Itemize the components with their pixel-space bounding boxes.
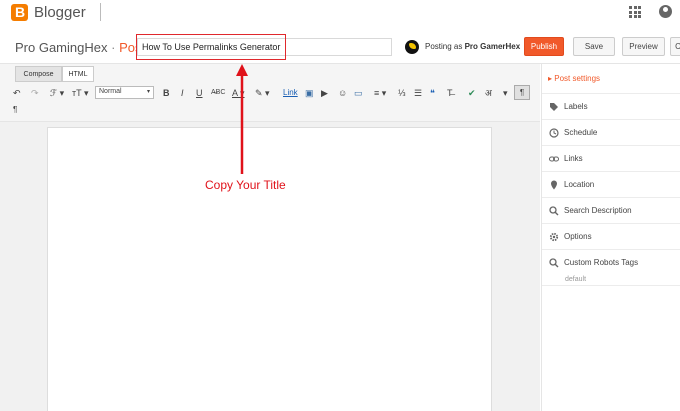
divider xyxy=(100,3,101,21)
apps-grid-icon[interactable] xyxy=(629,6,641,18)
undo-icon[interactable]: ↶ xyxy=(13,87,21,99)
post-settings-heading[interactable]: ▸ Post settings xyxy=(548,74,600,83)
ltr-button[interactable]: ¶ xyxy=(13,104,17,116)
video-icon[interactable]: ▶ xyxy=(321,87,328,99)
font-size-button[interactable]: ᴛT ▾ xyxy=(72,87,88,99)
sidebar-item-label: Location xyxy=(564,180,595,189)
search-icon xyxy=(549,258,559,268)
sidebar-item-label: Schedule xyxy=(564,128,598,137)
font-family-button[interactable]: ℱ ▾ xyxy=(50,87,64,99)
account-icon[interactable] xyxy=(659,5,672,18)
avatar xyxy=(405,40,419,54)
search-icon xyxy=(549,206,559,216)
bold-button[interactable]: B xyxy=(163,87,170,99)
annotation-text: Copy Your Title xyxy=(205,178,286,192)
sidebar-item-search-description[interactable]: Search Description xyxy=(542,197,680,223)
tab-html[interactable]: HTML xyxy=(62,66,94,82)
posting-as-name: Pro GamerHex xyxy=(464,42,521,51)
sidebar-item-label: Custom Robots Tags xyxy=(564,258,639,267)
robots-tags-value: default xyxy=(565,276,587,283)
app-brand[interactable]: Blogger xyxy=(34,4,86,21)
quote-icon[interactable]: ❝ xyxy=(430,87,435,99)
sidebar-item-schedule[interactable]: Schedule xyxy=(542,119,680,145)
breadcrumb: Pro GamingHex · Post xyxy=(15,40,145,55)
tab-compose[interactable]: Compose xyxy=(15,66,62,82)
jump-break-icon[interactable]: ▭ xyxy=(354,87,363,99)
emoji-icon[interactable]: ☺ xyxy=(338,87,347,99)
sidebar-item-labels[interactable]: Labels xyxy=(542,93,680,119)
preview-button[interactable]: Preview xyxy=(622,37,665,56)
sidebar-item-label: Labels xyxy=(564,102,588,111)
pin-icon xyxy=(551,180,557,190)
clear-format-icon[interactable]: T̶ xyxy=(447,87,453,99)
breadcrumb-separator: · xyxy=(111,40,116,55)
blog-name[interactable]: Pro GamingHex xyxy=(15,40,107,55)
close-button[interactable]: C xyxy=(670,37,680,56)
redo-icon[interactable]: ↷ xyxy=(31,87,39,99)
link-icon xyxy=(549,156,559,162)
gear-icon xyxy=(549,232,559,242)
sidebar-item-options[interactable]: Options xyxy=(542,223,680,249)
tag-icon xyxy=(550,103,558,111)
sidebar-item-label: Search Description xyxy=(564,206,632,215)
post-header: Pro GamingHex · Post How To Use Permalin… xyxy=(0,28,680,64)
link-button[interactable]: Link xyxy=(283,87,298,99)
posting-as: Posting as Pro GamerHex xyxy=(425,42,520,51)
format-select-value: Normal xyxy=(99,88,122,95)
annotation-arrow-icon xyxy=(236,64,248,174)
spellcheck-icon[interactable]: ✔ xyxy=(468,87,476,99)
sidebar-item-custom-robots-tags[interactable]: Custom Robots Tags xyxy=(542,249,680,286)
save-button[interactable]: Save xyxy=(573,37,615,56)
title-highlight-box xyxy=(136,34,286,60)
numbered-list-icon[interactable]: ⅓ xyxy=(398,87,406,99)
align-button[interactable]: ≡ ▾ xyxy=(374,87,386,99)
publish-button[interactable]: Publish xyxy=(524,37,564,56)
image-icon[interactable]: ▣ xyxy=(305,87,314,99)
format-select[interactable]: Normal ▾ xyxy=(95,86,154,99)
top-bar: B Blogger xyxy=(0,0,680,28)
bullet-list-icon[interactable]: ☰ xyxy=(414,87,422,99)
italic-button[interactable]: I xyxy=(181,87,184,99)
posting-as-prefix: Posting as xyxy=(425,42,463,51)
post-settings-sidebar: ▸ Post settings Labels Schedule Links Lo… xyxy=(541,64,680,411)
sidebar-item-location[interactable]: Location xyxy=(542,171,680,197)
input-tools-icon[interactable]: अ xyxy=(485,87,492,99)
chevron-down-icon: ▾ xyxy=(146,89,150,95)
input-tools-dropdown[interactable]: ▾ xyxy=(503,87,508,99)
clock-icon xyxy=(549,128,559,138)
sidebar-item-label: Options xyxy=(564,232,592,241)
rtl-button[interactable]: ¶ xyxy=(514,85,530,100)
sidebar-item-label: Links xyxy=(564,154,583,163)
blogger-logo-icon[interactable]: B xyxy=(11,4,28,21)
sidebar-item-links[interactable]: Links xyxy=(542,145,680,171)
